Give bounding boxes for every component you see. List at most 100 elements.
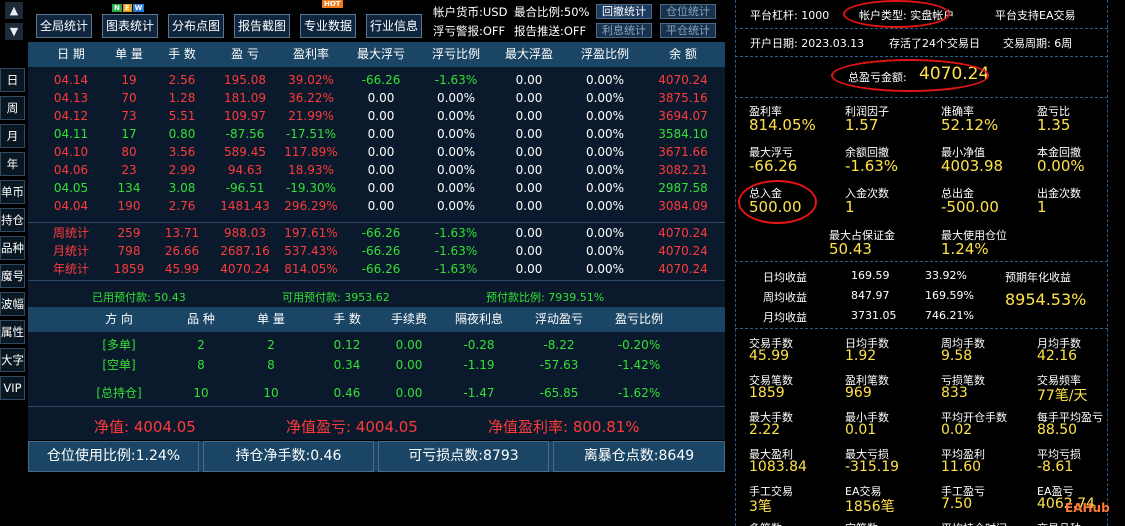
summary-cell: -1.63% (434, 262, 478, 276)
table-cell: 0.00 (515, 73, 543, 87)
summary-cell: -1.63% (434, 226, 478, 240)
nav-item-4[interactable]: 单币 (0, 180, 25, 204)
metric-value: -500.00 (941, 198, 999, 216)
table-cell: 109.97 (224, 109, 266, 123)
position-cell: 8 (267, 358, 275, 372)
metric-value: 1.35 (1037, 116, 1071, 134)
divider (735, 328, 1108, 329)
summary-cell: 月统计 (52, 244, 89, 258)
position-column-header: 手 数 (333, 312, 361, 326)
metric-value: 1.57 (845, 116, 879, 134)
avg-amount: 847.97 (851, 289, 890, 302)
scroll-up-button[interactable]: ▲ (5, 2, 23, 19)
metric-value: 1 (1037, 198, 1047, 216)
table-cell: 0.00% (436, 91, 476, 105)
trade-metric-value: 88.50 (1037, 422, 1078, 438)
table-cell: 3082.21 (658, 163, 708, 177)
annual-return-value: 8954.53% (1005, 290, 1087, 309)
trade-metric-value: 42.16 (1037, 348, 1078, 364)
summary-cell: 0.00% (585, 226, 625, 240)
nav-item-11[interactable]: VIP (0, 376, 25, 400)
table-cell: 0.00 (515, 199, 543, 213)
table-cell: 0.00 (367, 109, 395, 123)
position-column-header: 隔夜利息 (454, 312, 503, 326)
nav-item-10[interactable]: 大字 (0, 348, 25, 372)
table-cell: 0.00% (585, 199, 625, 213)
summary-cell: 259 (117, 226, 141, 240)
table-cell: 0.00 (515, 91, 543, 105)
table-cell: 04.10 (53, 145, 89, 159)
nav-item-7[interactable]: 魔号 (0, 264, 25, 288)
position-cell: 8 (197, 358, 205, 372)
trade-metric-value: 0.01 (845, 422, 877, 438)
position-column-header: 方 向 (105, 312, 133, 326)
trade-metric-value: 45.99 (749, 348, 790, 364)
table-cell: 3.56 (168, 145, 196, 159)
distribution-chart-button[interactable]: 分布点图 (168, 14, 224, 38)
leverage: 平台杠杆: 1000 (750, 9, 830, 22)
max-position-value: 1.24% (941, 240, 989, 258)
nav-item-1[interactable]: 周 (0, 96, 25, 120)
scroll-down-button[interactable]: ▼ (5, 23, 23, 40)
chart-stats-button[interactable]: 图表统计 (102, 14, 158, 38)
drawdown-stats-button[interactable]: 回撤统计 (596, 4, 652, 19)
position-cell: -65.85 (539, 386, 579, 400)
nav-item-8[interactable]: 波幅 (0, 292, 25, 316)
summary-cell: 26.66 (164, 244, 200, 258)
table-cell: 0.00% (585, 163, 625, 177)
summary-cell: 4070.24 (658, 244, 708, 258)
nav-item-0[interactable]: 日 (0, 68, 25, 92)
nav-item-5[interactable]: 持仓 (0, 208, 25, 232)
table-cell: 0.00 (515, 181, 543, 195)
trading-period: 交易周期: 6周 (1003, 37, 1073, 50)
table-cell: 0.00 (515, 145, 543, 159)
new-badge-n: N (112, 4, 122, 12)
avg-percent: 746.21% (925, 309, 974, 322)
summary-cell: -1.63% (434, 244, 478, 258)
trade-metric-value: 1083.84 (749, 459, 807, 475)
table-cell: 0.00% (436, 163, 476, 177)
daily-stats-panel: 日 期 单 量 手 数 盈 亏 盈利率 最大浮亏 浮亏比例 最大浮盈 浮盈比例 余 额 04.14… (28, 42, 725, 307)
nav-item-6[interactable]: 品种 (0, 236, 25, 260)
loss-points: 可亏损点数:8793 (378, 441, 549, 472)
report-push: 报告推送:OFF (514, 24, 587, 38)
summary-cell: 537.43% (284, 244, 338, 258)
table-cell: 0.00% (585, 181, 625, 195)
eahub-watermark: EAHub (1065, 501, 1110, 515)
max-margin-value: 50.43 (829, 240, 872, 258)
table-cell: 04.12 (53, 109, 89, 123)
industry-info-button[interactable]: 行业信息 (366, 14, 422, 38)
toolbar: ▲ ▼ 全局统计 图表统计 分布点图 报告截图 专业数据 行业信息 N E W … (0, 0, 727, 40)
table-cell: 39.02% (288, 73, 334, 87)
trade-metric-value: -8.61 (1037, 459, 1074, 475)
nav-item-2[interactable]: 月 (0, 124, 25, 148)
table-cell: 2987.58 (658, 181, 708, 195)
table-cell: 3.08 (168, 181, 196, 195)
position-cell: -0.28 (463, 338, 495, 352)
nav-item-3[interactable]: 年 (0, 152, 25, 176)
nav-item-9[interactable]: 属性 (0, 320, 25, 344)
summary-cell: 周统计 (52, 226, 89, 240)
divider (735, 28, 1108, 29)
divider (28, 222, 725, 223)
prepay-ratio: 预付款比例: 7939.51% (486, 291, 605, 304)
pro-data-button[interactable]: 专业数据 (300, 14, 356, 38)
summary-cell: 2687.16 (220, 244, 270, 258)
position-cell: 0.46 (333, 386, 361, 400)
position-cell: 0.00 (395, 386, 423, 400)
report-screenshot-button[interactable]: 报告截图 (234, 14, 290, 38)
trade-metric-value: 11.60 (941, 459, 982, 475)
summary-cell: 4070.24 (658, 226, 708, 240)
global-stats-button[interactable]: 全局统计 (36, 14, 92, 38)
summary-cell: 45.99 (164, 262, 200, 276)
table-cell: 70 (121, 91, 137, 105)
position-cell: 0.34 (333, 358, 361, 372)
interest-stats-button[interactable]: 利息统计 (596, 23, 652, 38)
metric-value: 1 (845, 198, 855, 216)
table-cell: 3584.10 (658, 127, 708, 141)
positions-header: 方 向 品 种 单 量 手 数 手续费 隔夜利息 浮动盈亏 盈亏比例 (28, 307, 725, 332)
divider (28, 280, 725, 281)
close-stats-button[interactable]: 平仓统计 (660, 23, 716, 38)
divider (735, 97, 1108, 98)
position-stats-button[interactable]: 仓位统计 (660, 4, 716, 19)
